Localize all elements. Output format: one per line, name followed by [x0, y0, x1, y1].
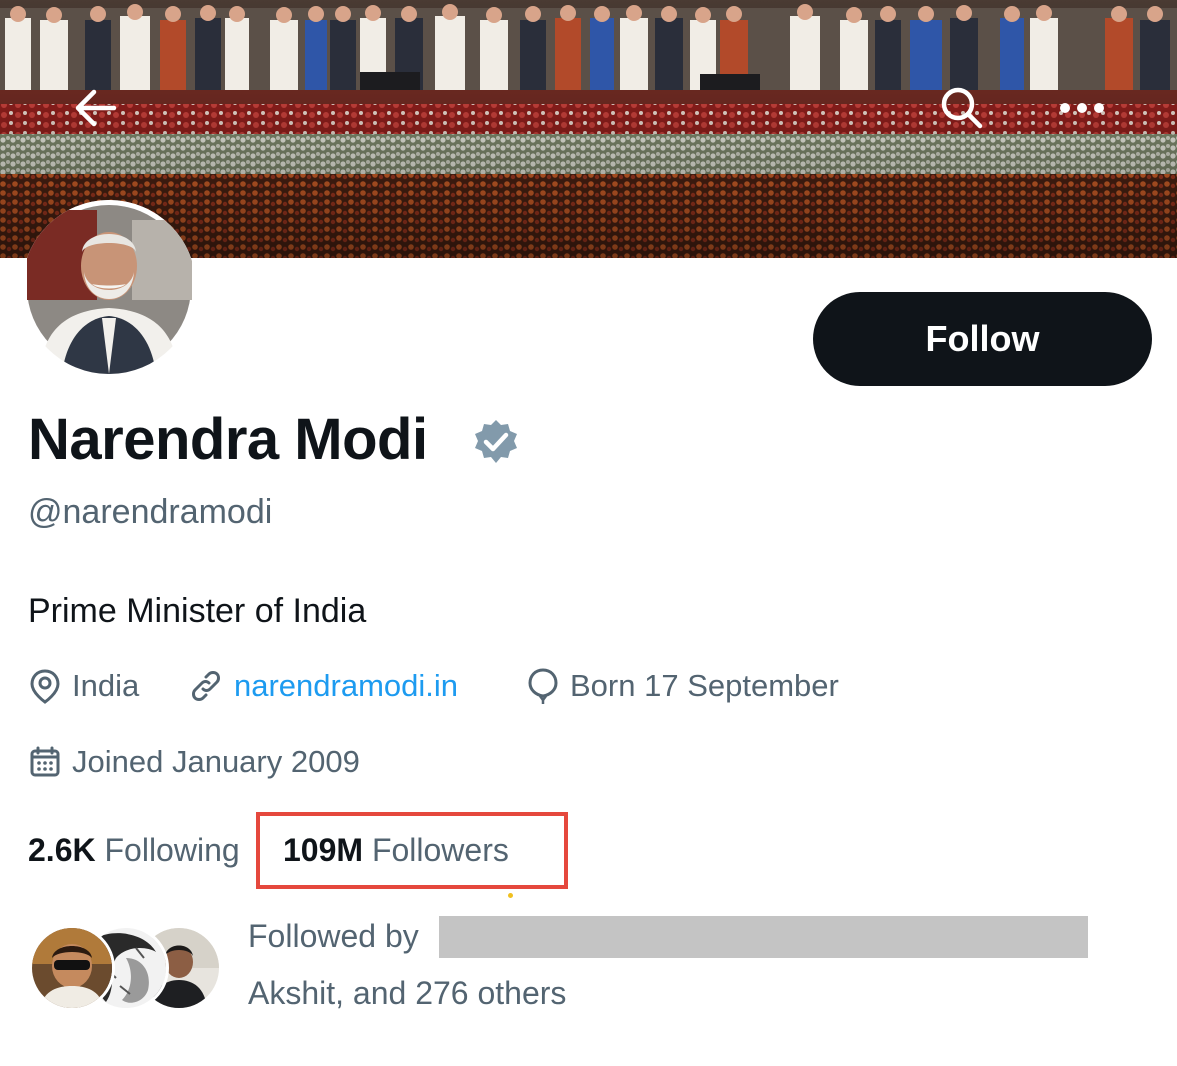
banner-image — [0, 0, 1177, 258]
avatar-image — [22, 200, 196, 374]
location-pin-icon — [30, 669, 60, 704]
joined-text: Joined January 2009 — [72, 744, 360, 779]
calendar-icon — [30, 746, 60, 777]
follower-avatar-image — [32, 928, 112, 1008]
balloon-icon — [528, 668, 558, 704]
followed-by-line-2[interactable]: Akshit, and 276 others — [248, 971, 566, 1015]
following-label: Following — [104, 832, 240, 868]
followed-by-line-1[interactable]: Followed by — [248, 914, 419, 958]
followers-highlight-box — [256, 812, 568, 889]
profile-page: Follow Narendra Modi @narendramodi Prime… — [0, 0, 1177, 1066]
decorative-dot — [508, 893, 513, 898]
profile-handle: @narendramodi — [28, 493, 273, 531]
back-button[interactable] — [55, 68, 135, 148]
location-text: India — [72, 668, 140, 703]
birthday-text: Born 17 September — [570, 668, 839, 703]
profile-avatar[interactable] — [22, 200, 196, 374]
website-link[interactable]: narendramodi.in — [234, 665, 458, 707]
display-name: Narendra Modi — [28, 407, 428, 472]
profile-website[interactable]: narendramodi.in — [188, 665, 458, 707]
search-button[interactable] — [922, 68, 1002, 148]
following-count: 2.6K — [28, 832, 96, 868]
profile-bio: Prime Minister of India — [28, 592, 367, 630]
banner-people — [0, 4, 1177, 90]
profile-location: India — [28, 665, 139, 707]
redacted-names-bar — [439, 916, 1088, 958]
profile-birthday: Born 17 September — [526, 665, 839, 707]
follow-button[interactable]: Follow — [813, 292, 1152, 386]
arrow-left-icon — [75, 89, 117, 127]
link-icon — [192, 671, 220, 701]
verified-badge-icon — [475, 420, 517, 463]
more-button[interactable] — [1042, 68, 1122, 148]
more-horizontal-icon — [1060, 103, 1104, 113]
profile-joined-date: Joined January 2009 — [28, 741, 360, 783]
profile-banner[interactable] — [0, 0, 1177, 258]
followed-by-prefix: Followed by — [248, 918, 419, 954]
search-icon — [941, 87, 983, 129]
follower-avatar-1[interactable] — [29, 925, 115, 1011]
following-stat[interactable]: 2.6K Following — [28, 828, 240, 872]
